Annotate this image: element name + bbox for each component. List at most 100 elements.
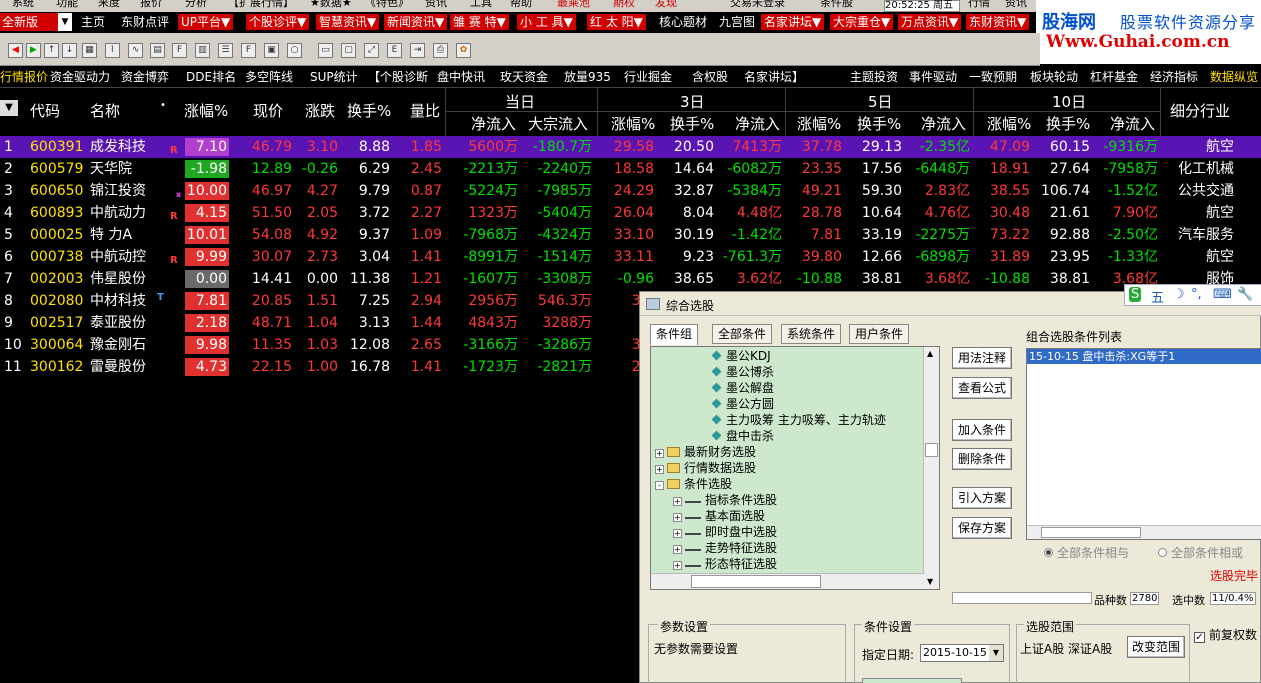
col-10d-turn[interactable]: 换手% [1046,113,1090,134]
nav-comment[interactable]: 东财点评 [118,14,173,30]
menu-quote[interactable]: 报价 [140,0,162,9]
tab-vol935[interactable]: 放量935 [564,69,611,86]
f1-icon[interactable]: F [241,43,256,58]
col-today-net[interactable]: 净流入 [471,113,516,134]
grid-icon[interactable]: ▦ [82,43,97,58]
tree-category[interactable]: + 基本面选股 [673,509,765,523]
nav-theme[interactable]: 核心题材 [656,14,711,30]
bar-icon[interactable]: ▥ [195,43,210,58]
arrow-up-icon[interactable]: ↑ [44,43,59,58]
expand-icon[interactable]: + [655,449,664,458]
col-vr[interactable]: 量比 [410,100,440,121]
tab-quote[interactable]: 行情报价 [0,69,48,86]
radio-or[interactable]: 全部条件相或 [1158,544,1243,561]
tree-formula-item[interactable]: 墨公方圆 [711,397,774,411]
col-5d-net[interactable]: 净流入 [921,113,966,134]
delete-condition-button[interactable]: 删除条件 [952,448,1012,470]
forward-icon[interactable]: ▶ [26,43,41,58]
expand-icon[interactable]: + [673,513,682,522]
tab-industry[interactable]: 行业掘金 [624,69,672,86]
tree-category[interactable]: + 即时盘中选股 [673,525,777,539]
tab-user-cond[interactable]: 用户条件 [849,324,910,344]
col-turn[interactable]: 换手% [347,100,391,121]
menu-options[interactable]: 期权 [613,0,635,9]
menu-best-pool[interactable]: 最乘池 [557,0,590,9]
expand-icon[interactable]: - [655,481,664,490]
view-formula-button[interactable]: 查看公式 [952,377,1012,399]
nav-diag[interactable]: 个股诊评▼ [246,14,310,30]
nav-sun[interactable]: 红 太 阳▼ [587,14,646,30]
tab-econ[interactable]: 经济指标 [1150,69,1198,86]
header-menu-icon[interactable]: ▼ [0,100,18,116]
expand-icon[interactable]: + [673,545,682,554]
table-icon[interactable]: ▤ [150,43,165,58]
add-condition-button[interactable]: 加入条件 [952,419,1012,441]
nav-eastmoney[interactable]: 东财资讯▼ [966,14,1030,30]
save-plan-button[interactable]: 保存方案 [952,517,1012,539]
col-pct[interactable]: 涨幅% [184,100,228,121]
tab-leverage[interactable]: 杠杆基金 [1090,69,1138,86]
f10-icon[interactable]: F [172,43,187,58]
tab-all-cond[interactable]: 全部条件 [712,324,773,344]
nav-master[interactable]: 名家讲坛▼ [761,14,825,30]
col-price[interactable]: 现价 [253,100,283,121]
tab-rights[interactable]: 含权股 [692,69,728,86]
col-3d-turn[interactable]: 换手% [670,113,714,134]
menu-quote2[interactable]: 行情 [968,0,990,9]
tree-formula-item[interactable]: 墨公KDJ [711,349,771,363]
scroll-up-icon[interactable]: ▲ [927,349,933,358]
menu-data[interactable]: ★数据★ [310,0,352,9]
nav-home[interactable]: 主页 [78,14,109,30]
line-chart-icon[interactable]: ∿ [128,43,143,58]
nav-newsinfo[interactable]: 新闻资讯▼ [384,14,448,30]
col-3d-pct[interactable]: 涨幅% [611,113,655,134]
menu-function[interactable]: 功能 [56,0,78,9]
gear-icon[interactable]: ✿ [456,43,471,58]
tab-diag[interactable]: 【个股诊断 [368,69,428,86]
keyboard-icon[interactable]: ⌨ [1213,287,1232,302]
ime-mode[interactable]: 五 [1151,287,1164,306]
col-chg[interactable]: 涨跌 [305,100,335,121]
export-icon[interactable]: ⇥ [410,43,425,58]
expand-icon[interactable]: + [655,465,664,474]
folder-icon[interactable]: ▭ [318,43,333,58]
expand-icon[interactable]: + [673,561,682,570]
col-5d-turn[interactable]: 换手% [857,113,901,134]
table-row[interactable]: 5 000025 特 力A 54.08 4.92 9.37 1.09 -7968万 -4324万… [0,224,1261,246]
kline-icon[interactable]: ⌇ [105,43,120,58]
import-plan-button[interactable]: 引入方案 [952,487,1012,509]
wrench-icon[interactable]: 🔧 [1237,287,1253,302]
scroll-thumb[interactable] [925,443,938,457]
usage-notes-button[interactable]: 用法注释 [952,347,1012,369]
tab-fund-game[interactable]: 资金博弈 [121,69,169,86]
nav-wandian[interactable]: 万点资讯▼ [898,14,962,30]
scroll-down-icon[interactable]: ▼ [927,577,933,586]
menu-news2[interactable]: 资讯 [1005,0,1027,9]
tab-sup[interactable]: SUP统计 [310,69,358,86]
arrow-down-icon[interactable]: ↓ [62,43,77,58]
table-row[interactable]: 1 600391 成发科技 46.79 3.10 8.88 1.85 5600万 -180.7万… [0,136,1261,158]
nav-sai[interactable]: 雏 赛 特▼ [450,14,509,30]
tab-theme[interactable]: 主题投资 [850,69,898,86]
cond-extra-field[interactable] [862,678,962,683]
radio-and[interactable]: 全部条件相与 [1044,544,1129,561]
nav-tools[interactable]: 小 工 具▼ [517,14,576,30]
menu-discover[interactable]: 发现 [655,0,677,9]
table-row[interactable]: 3 600650 锦江投资 46.97 4.27 9.79 0.87 -5224万 -7985万… [0,180,1261,202]
col-5d-pct[interactable]: 涨幅% [797,113,841,134]
circle-icon[interactable]: ○ [287,43,302,58]
tree-formula-item[interactable]: 墨公博杀 [711,365,774,379]
list-icon[interactable]: ☰ [218,43,233,58]
menu-ext-quote[interactable]: 【扩展行情】 [228,0,294,9]
scroll-thumb[interactable] [1041,527,1141,538]
window-icon[interactable]: ▢ [341,43,356,58]
tree-folder[interactable]: + 最新财务选股 [655,445,756,459]
col-10d-net[interactable]: 净流入 [1110,113,1155,134]
table-row[interactable]: 4 600893 中航动力 51.50 2.05 3.72 2.27 1323万 -5404万 2… [0,202,1261,224]
tree-formula-item[interactable]: 墨公解盘 [711,381,774,395]
tree-category[interactable]: + 指标条件选股 [673,493,777,507]
menu-trade[interactable]: 交易未登录 [730,0,785,9]
menu-speed[interactable]: 来度 [98,0,120,9]
fq-checkbox[interactable]: ✓ 前复权数 [1194,626,1257,643]
tree-category[interactable]: + 走势特征选股 [673,541,777,555]
